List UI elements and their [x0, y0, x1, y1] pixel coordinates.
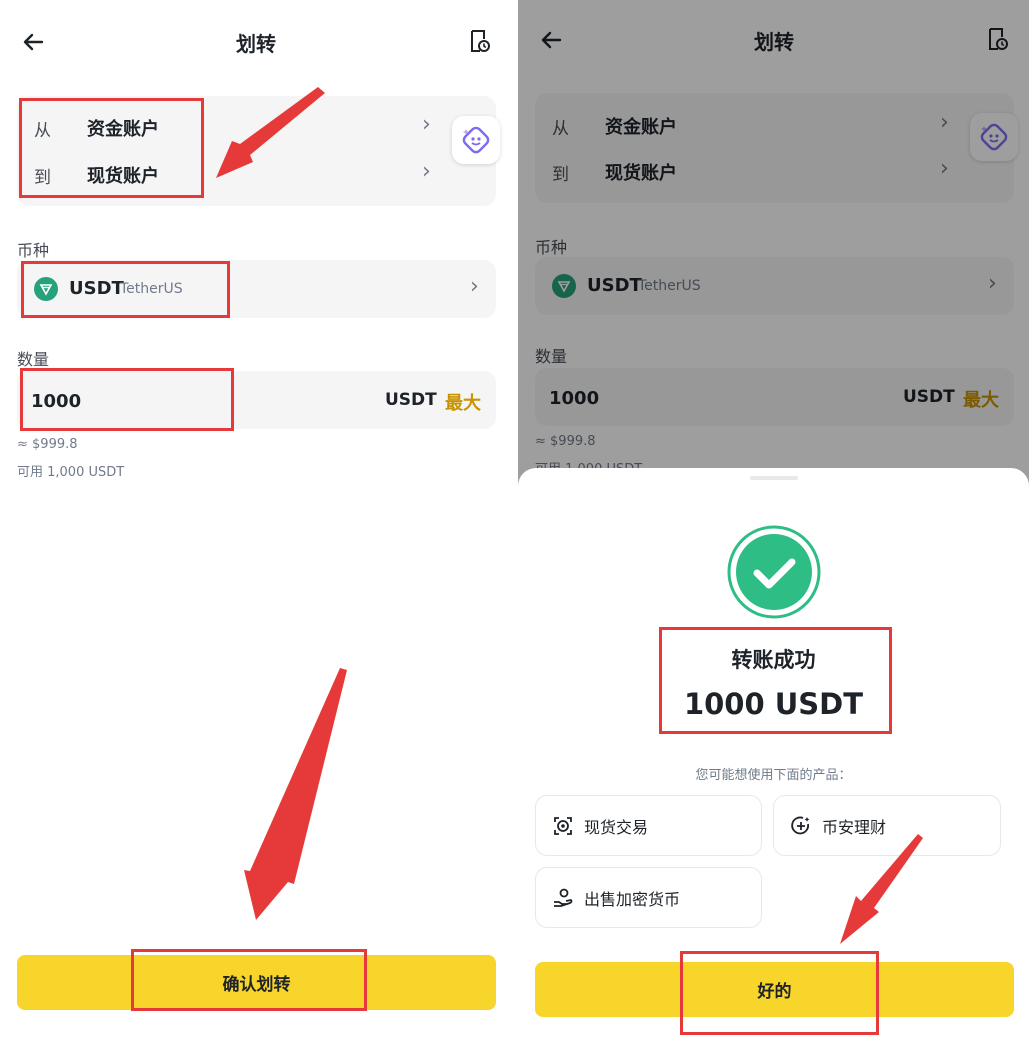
- annotation-arrows: [216, 87, 347, 920]
- transfer-success-screen: 划转 从 资金账户 › 到 现货账户 › 币种 USDT TetherUS › …: [518, 0, 1029, 1045]
- success-sheet: 转账成功 1000 USDT 您可能想使用下面的产品： 现货交易 币安理财 出售…: [518, 468, 1029, 1045]
- annotation-arrow: [840, 834, 923, 944]
- transfer-form-screen: 划转 从 资金账户 › 到 现货账户 › 币种 USDT TetherUS › …: [0, 0, 518, 1045]
